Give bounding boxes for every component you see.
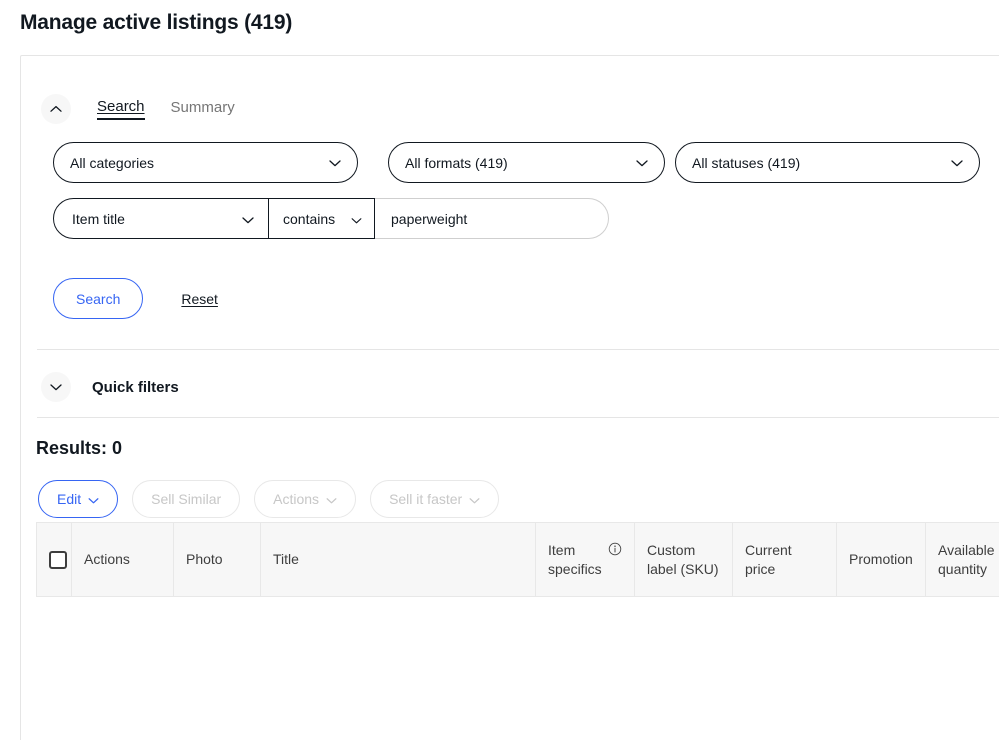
column-header-custom-label: Custom label (SKU) <box>634 522 733 597</box>
filter-controls: All categories All formats (419) All sta… <box>53 142 980 319</box>
column-header-select-all <box>36 522 72 597</box>
column-header-available-quantity-label: Available quantity <box>938 542 995 577</box>
table-header-row: Actions Photo Title Item specifics Custo… <box>36 522 999 597</box>
column-header-promotion-label: Promotion <box>849 551 913 568</box>
search-field-select-value: Item title <box>72 210 125 227</box>
keyword-filter-group: Item title contains <box>53 198 629 239</box>
column-header-photo-label: Photo <box>186 551 223 568</box>
chevron-down-icon <box>469 491 480 507</box>
search-panel-card: Search Summary All categories All format… <box>20 55 999 740</box>
filter-row-keyword: Item title contains <box>53 198 629 239</box>
chevron-down-icon <box>88 491 99 507</box>
search-operator-select-value: contains <box>283 210 336 227</box>
search-operator-select[interactable]: contains <box>269 198 375 239</box>
column-header-available-quantity: Available quantity <box>925 522 999 597</box>
divider-above-quick-filters <box>37 349 999 350</box>
column-header-actions-label: Actions <box>84 551 130 568</box>
select-all-checkbox[interactable] <box>49 551 67 570</box>
column-header-title-label: Title <box>273 551 299 568</box>
column-header-current-price-label: Current price <box>745 542 792 577</box>
actions-button[interactable]: Actions <box>254 480 357 518</box>
column-header-actions: Actions <box>71 522 174 597</box>
page-title: Manage active listings (419) <box>20 11 293 34</box>
chevron-down-icon <box>636 159 648 167</box>
reset-link[interactable]: Reset <box>181 291 218 307</box>
quick-filters-section[interactable]: Quick filters <box>41 372 179 402</box>
sell-it-faster-button[interactable]: Sell it faster <box>370 480 500 518</box>
edit-button[interactable]: Edit <box>38 480 119 518</box>
expand-quick-filters-button[interactable] <box>41 372 71 402</box>
search-keyword-input[interactable] <box>375 198 609 239</box>
chevron-up-icon <box>50 105 62 113</box>
column-header-promotion: Promotion <box>836 522 926 597</box>
sell-similar-button-label: Sell Similar <box>151 491 222 507</box>
column-header-current-price: Current price <box>732 522 837 597</box>
empty-results-area <box>36 597 999 725</box>
column-header-photo: Photo <box>173 522 261 597</box>
sell-similar-button[interactable]: Sell Similar <box>132 480 241 518</box>
info-circle-icon[interactable] <box>608 542 622 560</box>
status-select[interactable]: All statuses (419) <box>675 142 980 183</box>
column-header-title: Title <box>260 522 536 597</box>
quick-filters-label: Quick filters <box>92 378 179 396</box>
category-select[interactable]: All categories <box>53 142 358 183</box>
chevron-down-icon <box>326 491 337 507</box>
chevron-down-icon <box>329 159 341 167</box>
search-actions: Search Reset <box>53 278 218 319</box>
collapse-panel-button[interactable] <box>41 94 71 124</box>
search-field-select[interactable]: Item title <box>53 198 269 239</box>
column-header-item-specifics: Item specifics <box>535 522 635 597</box>
filter-row-primary: All categories All formats (419) All sta… <box>53 142 980 183</box>
sell-it-faster-button-label: Sell it faster <box>389 491 463 507</box>
results-toolbar: Edit Sell Similar Actions Sell it faster <box>38 480 500 518</box>
category-select-value: All categories <box>70 154 155 171</box>
chevron-down-icon <box>951 159 963 167</box>
column-header-item-specifics-label: Item specifics <box>548 542 602 577</box>
listings-table-container: Actions Photo Title Item specifics Custo… <box>36 522 999 725</box>
chevron-down-icon <box>242 211 254 227</box>
actions-button-label: Actions <box>273 491 320 507</box>
manage-listings-page: Manage active listings (419) Search Summ… <box>0 0 999 740</box>
edit-button-label: Edit <box>57 491 82 507</box>
format-select-value: All formats (419) <box>405 154 508 171</box>
divider-below-quick-filters <box>37 417 999 418</box>
chevron-down-icon <box>351 211 362 227</box>
tab-summary-label: Summary <box>170 99 235 116</box>
results-heading: Results: 0 <box>36 438 123 458</box>
tab-search[interactable]: Search <box>97 98 145 120</box>
status-select-value: All statuses (419) <box>692 154 801 171</box>
listings-table: Actions Photo Title Item specifics Custo… <box>36 522 999 597</box>
tab-search-label: Search <box>97 98 145 115</box>
column-header-custom-label-label: Custom label (SKU) <box>647 542 719 577</box>
chevron-down-icon <box>50 383 62 391</box>
panel-tabs: Search Summary <box>41 94 235 124</box>
listings-table-header: Actions Photo Title Item specifics Custo… <box>36 522 999 597</box>
search-button[interactable]: Search <box>53 278 144 319</box>
format-select[interactable]: All formats (419) <box>388 142 665 183</box>
tab-summary[interactable]: Summary <box>171 99 235 119</box>
